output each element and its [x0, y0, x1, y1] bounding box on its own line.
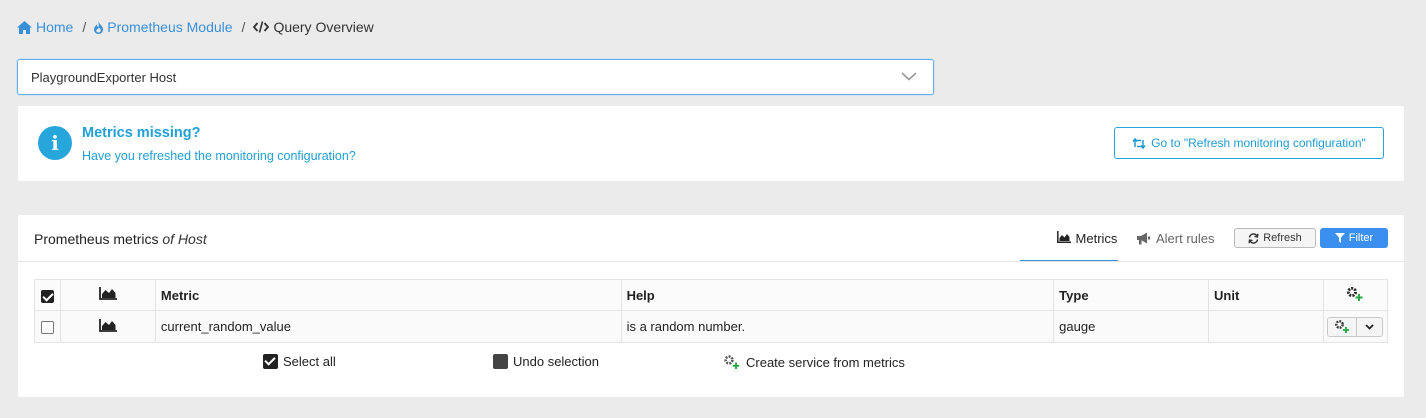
gear-plus-icon [724, 355, 740, 369]
create-service-label: Create service from metrics [746, 354, 905, 370]
metrics-table: Metric Help Type Unit current_random_val… [34, 279, 1389, 343]
chevron-down-icon [1365, 323, 1375, 330]
tab-alert-rules[interactable]: Alert rules [1136, 231, 1215, 246]
header-chart-cell [59, 279, 156, 311]
row-checkbox[interactable] [40, 321, 54, 335]
column-header-unit: Unit [1208, 279, 1324, 311]
home-icon [17, 20, 32, 34]
filter-icon [1334, 233, 1345, 243]
bullhorn-icon [1137, 232, 1150, 245]
alert-title: Metrics missing? [82, 125, 201, 141]
area-chart-icon [99, 287, 117, 300]
row-type: gauge [1053, 310, 1210, 343]
undo-selection-label: Undo selection [513, 354, 599, 369]
breadcrumb-home[interactable]: Home [17, 19, 73, 35]
fire-icon [94, 20, 104, 34]
header-checkbox[interactable] [40, 289, 54, 303]
row-checkbox-cell[interactable] [34, 310, 61, 343]
row-help-text: is a random number. [620, 310, 1055, 343]
check-square-icon [263, 354, 278, 369]
panel-title-main: Prometheus metrics [34, 231, 159, 247]
breadcrumb-current: Query Overview [253, 19, 374, 35]
row-chart-cell[interactable] [59, 310, 156, 343]
breadcrumb-home-label: Home [36, 19, 74, 35]
column-header-help: Help [620, 279, 1055, 311]
breadcrumb: Home / Prometheus Module / Query Overvie… [17, 17, 374, 37]
header-select-all-checkbox-cell[interactable] [34, 279, 61, 311]
create-service-row-button[interactable] [1328, 317, 1358, 336]
filter-button-label: Filter [1348, 232, 1374, 244]
row-actions-cell [1322, 310, 1389, 343]
metrics-missing-alert: i Metrics missing? Have you refreshed th… [18, 106, 1404, 181]
retweet-icon [1132, 137, 1146, 149]
breadcrumb-separator: / [241, 19, 246, 35]
table-row: current_random_value is a random number.… [34, 310, 1389, 343]
breadcrumb-module-label: Prometheus Module [107, 19, 233, 35]
row-metric-name: current_random_value [154, 310, 622, 343]
panel-title: Prometheus metrics of Host [34, 231, 207, 247]
gear-plus-icon [1335, 320, 1350, 333]
select-all-button[interactable]: Select all [263, 354, 336, 369]
host-select-value: PlaygroundExporter Host [31, 69, 177, 85]
panel-header-divider [18, 261, 1404, 262]
table-header-row: Metric Help Type Unit [34, 279, 1389, 311]
alert-subtitle: Have you refreshed the monitoring config… [82, 149, 356, 163]
select-all-label: Select all [283, 354, 336, 369]
refresh-monitoring-config-label: Go to "Refresh monitoring configuration" [1151, 136, 1366, 150]
tab-alert-rules-label: Alert rules [1156, 231, 1215, 246]
row-unit [1208, 310, 1324, 343]
square-icon [493, 354, 508, 369]
gear-plus-icon[interactable] [1346, 286, 1364, 302]
prometheus-metrics-panel: Prometheus metrics of Host Metrics Alert… [18, 215, 1404, 397]
breadcrumb-current-label: Query Overview [273, 19, 374, 35]
tab-metrics[interactable]: Metrics [1038, 231, 1136, 261]
refresh-button-label: Refresh [1263, 232, 1302, 244]
panel-title-suffix: of Host [162, 231, 207, 247]
info-icon: i [38, 126, 72, 160]
create-service-from-metrics-button[interactable]: Create service from metrics [723, 354, 905, 370]
refresh-button[interactable]: Refresh [1234, 228, 1316, 248]
refresh-monitoring-config-button[interactable]: Go to "Refresh monitoring configuration" [1114, 127, 1384, 159]
header-actions-cell[interactable] [1322, 279, 1389, 311]
column-header-type: Type [1053, 279, 1210, 311]
breadcrumb-separator: / [82, 19, 87, 35]
row-actions-button-group [1327, 316, 1384, 337]
undo-selection-button[interactable]: Undo selection [493, 354, 599, 369]
code-icon [253, 21, 270, 33]
row-actions-dropdown-toggle[interactable] [1357, 317, 1383, 336]
chevron-down-icon [901, 72, 917, 81]
host-select[interactable]: PlaygroundExporter Host [17, 59, 934, 95]
tab-metrics-label: Metrics [1075, 231, 1118, 246]
filter-button[interactable]: Filter [1320, 228, 1388, 248]
area-chart-icon[interactable] [99, 318, 117, 332]
column-header-metric: Metric [154, 279, 622, 311]
area-chart-icon [1056, 231, 1071, 243]
refresh-icon [1248, 232, 1259, 244]
breadcrumb-prometheus-module[interactable]: Prometheus Module [94, 19, 233, 35]
